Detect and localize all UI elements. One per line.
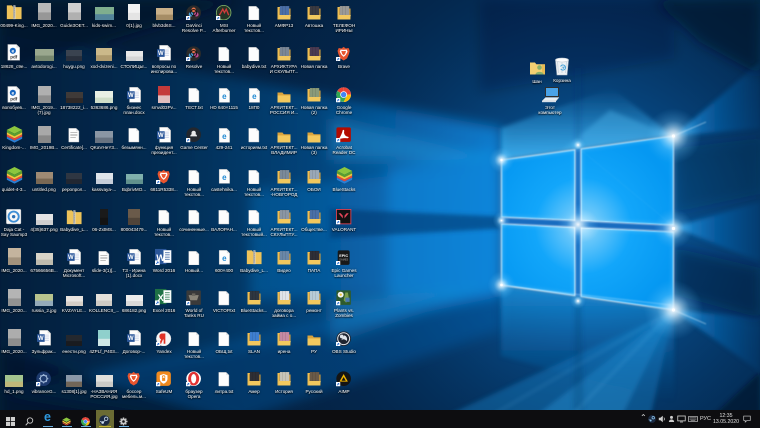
svg-text:e: e — [222, 92, 227, 101]
svg-text:pdf: pdf — [11, 55, 18, 60]
svg-text:W: W — [128, 255, 134, 261]
svg-text:e: e — [222, 254, 227, 263]
svg-text:W: W — [128, 336, 134, 342]
svg-text:e: e — [222, 132, 227, 141]
svg-text:W: W — [158, 51, 164, 57]
svg-text:W: W — [68, 255, 74, 261]
svg-text:pdf: pdf — [11, 96, 18, 101]
svg-text:e: e — [252, 92, 257, 101]
svg-text:W: W — [158, 133, 164, 139]
svg-text:W: W — [38, 336, 44, 342]
svg-text:EPIC: EPIC — [340, 254, 349, 258]
svg-text:GAMES: GAMES — [339, 258, 348, 261]
svg-text:W: W — [128, 93, 134, 99]
svg-text:e: e — [222, 173, 227, 182]
